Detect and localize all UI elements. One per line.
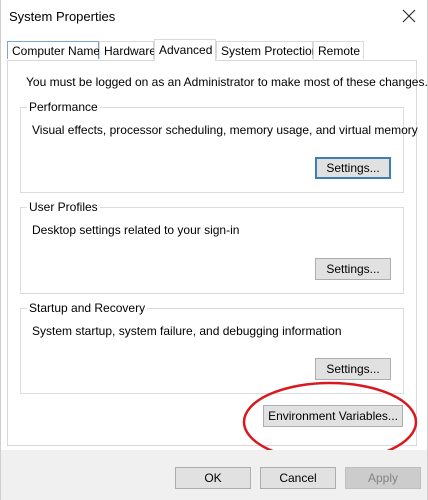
tab-advanced[interactable]: Advanced — [154, 39, 216, 61]
user-profiles-legend: User Profiles — [27, 200, 100, 214]
performance-settings-button[interactable]: Settings... — [315, 157, 391, 179]
advanced-tab-page: You must be logged on as an Administrato… — [7, 60, 428, 446]
startup-recovery-legend: Startup and Recovery — [27, 301, 148, 315]
startup-recovery-group: Startup and Recovery System startup, sys… — [20, 301, 404, 394]
ok-button[interactable]: OK — [175, 467, 251, 489]
user-profiles-description: Desktop settings related to your sign-in — [32, 223, 240, 237]
close-icon[interactable] — [397, 4, 421, 28]
tab-hardware[interactable]: Hardware — [99, 41, 156, 59]
user-profiles-group: User Profiles Desktop settings related t… — [20, 200, 404, 294]
cancel-button[interactable]: Cancel — [260, 467, 336, 489]
tab-computer-name[interactable]: Computer Name — [7, 41, 100, 59]
performance-description: Visual effects, processor scheduling, me… — [32, 123, 418, 137]
tab-remote[interactable]: Remote — [313, 41, 364, 59]
performance-legend: Performance — [27, 100, 100, 114]
system-properties-dialog: System Properties Computer Name Hardware… — [0, 0, 428, 500]
apply-button[interactable]: Apply — [345, 467, 421, 489]
environment-variables-button[interactable]: Environment Variables... — [263, 405, 403, 427]
administrator-notice: You must be logged on as an Administrato… — [26, 75, 428, 89]
dialog-footer: OK Cancel Apply — [1, 450, 427, 500]
performance-group: Performance Visual effects, processor sc… — [20, 100, 418, 193]
user-profiles-settings-button[interactable]: Settings... — [315, 258, 391, 280]
tab-system-protection[interactable]: System Protection — [216, 41, 318, 59]
startup-recovery-settings-button[interactable]: Settings... — [315, 358, 391, 380]
window-title: System Properties — [9, 9, 116, 24]
startup-recovery-description: System startup, system failure, and debu… — [32, 324, 342, 338]
title-bar: System Properties — [1, 0, 427, 32]
